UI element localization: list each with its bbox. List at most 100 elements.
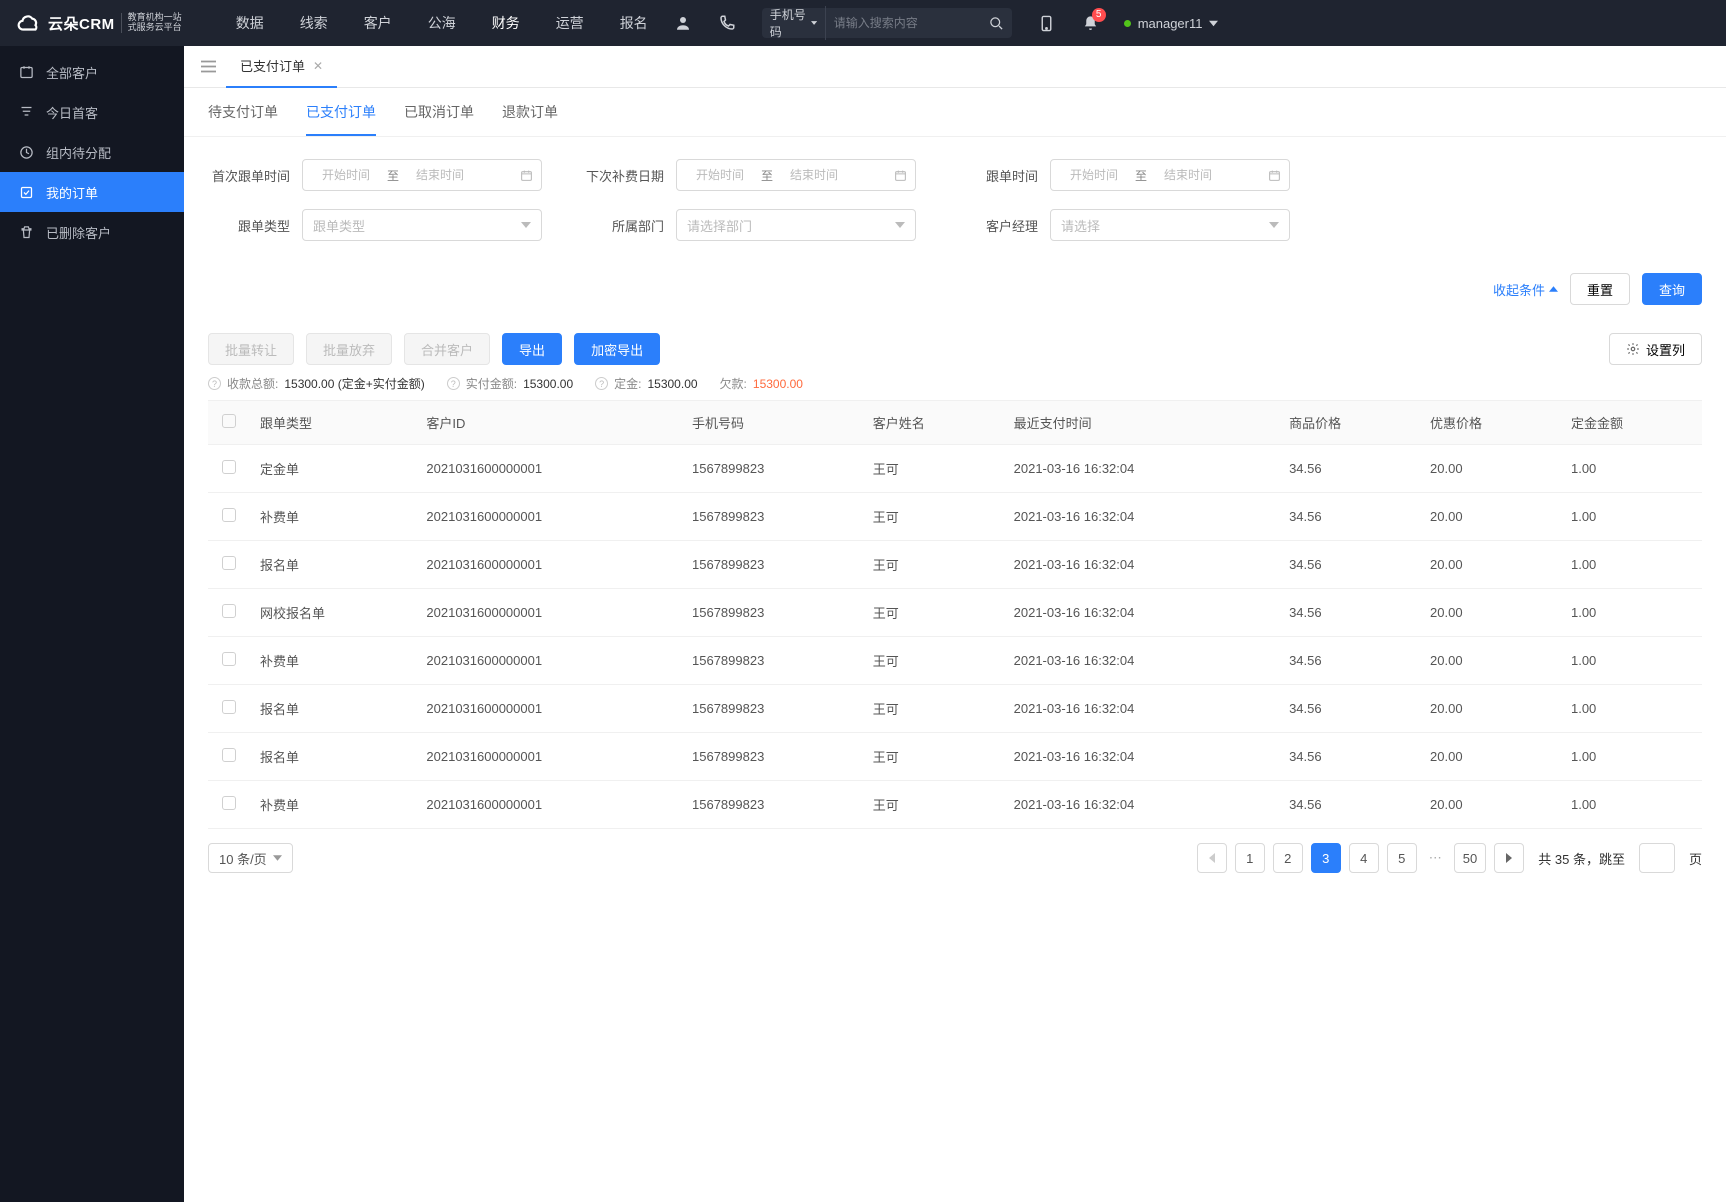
cell-deposit: 1.00 [1561,589,1702,637]
table-row[interactable]: 定金单20210316000000011567899823王可2021-03-1… [208,445,1702,493]
sub-tab-0[interactable]: 待支付订单 [208,102,278,136]
follow-type-select[interactable]: 跟单类型 [302,209,542,241]
collapse-sidebar-button[interactable] [194,53,222,81]
pager-page-last[interactable]: 50 [1454,843,1486,873]
table-row[interactable]: 补费单20210316000000011567899823王可2021-03-1… [208,781,1702,829]
cell-type: 补费单 [250,637,416,685]
collapse-filters-link[interactable]: 收起条件 [1493,280,1558,299]
user-icon[interactable] [666,6,700,40]
follow-time-end[interactable] [1153,168,1223,182]
row-checkbox[interactable] [222,796,236,810]
manager-select[interactable]: 请选择 [1050,209,1290,241]
table-row[interactable]: 报名单20210316000000011567899823王可2021-03-1… [208,541,1702,589]
topnav-item-6[interactable]: 报名 [602,0,666,46]
row-checkbox[interactable] [222,460,236,474]
next-fee-start[interactable] [685,168,755,182]
table-row[interactable]: 网校报名单20210316000000011567899823王可2021-03… [208,589,1702,637]
export-button[interactable]: 导出 [502,333,562,365]
cell-paytime: 2021-03-16 16:32:04 [1004,637,1279,685]
cell-paytime: 2021-03-16 16:32:04 [1004,733,1279,781]
reset-button[interactable]: 重置 [1570,273,1630,305]
sub-tab-2[interactable]: 已取消订单 [404,102,474,136]
query-button[interactable]: 查询 [1642,273,1702,305]
set-columns-button[interactable]: 设置列 [1609,333,1702,365]
topnav-item-3[interactable]: 公海 [410,0,474,46]
table-row[interactable]: 补费单20210316000000011567899823王可2021-03-1… [208,637,1702,685]
table-row[interactable]: 报名单20210316000000011567899823王可2021-03-1… [208,685,1702,733]
page-size-select[interactable]: 10 条/页 [208,843,293,873]
follow-time-range[interactable]: 至 [1050,159,1290,191]
pager-next[interactable] [1494,843,1524,873]
cell-paytime: 2021-03-16 16:32:04 [1004,445,1279,493]
cell-discount: 20.00 [1420,589,1561,637]
next-fee-range[interactable]: 至 [676,159,916,191]
sidebar-item-label: 我的订单 [46,183,98,202]
cell-cid: 2021031600000001 [416,493,682,541]
pager-page-4[interactable]: 4 [1349,843,1379,873]
cell-type: 补费单 [250,781,416,829]
first-follow-end[interactable] [405,168,475,182]
next-fee-end[interactable] [779,168,849,182]
phone-icon[interactable] [710,6,744,40]
sidebar-item-3[interactable]: 我的订单 [0,172,184,212]
pager-page-1[interactable]: 1 [1235,843,1265,873]
topnav-item-4[interactable]: 财务 [474,0,538,46]
merge-customer-button[interactable]: 合并客户 [404,333,490,365]
cell-discount: 20.00 [1420,637,1561,685]
cell-name: 王可 [863,589,1004,637]
follow-time-start[interactable] [1059,168,1129,182]
page-suffix: 页 [1689,849,1702,868]
pager-page-3[interactable]: 3 [1311,843,1341,873]
topnav-item-0[interactable]: 数据 [218,0,282,46]
sidebar-item-1[interactable]: 今日首客 [0,92,184,132]
cell-type: 报名单 [250,685,416,733]
sub-tab-1[interactable]: 已支付订单 [306,102,376,136]
row-checkbox[interactable] [222,508,236,522]
row-checkbox[interactable] [222,700,236,714]
user-menu[interactable]: manager11 [1124,16,1218,31]
pager-page-2[interactable]: 2 [1273,843,1303,873]
dept-select[interactable]: 请选择部门 [676,209,916,241]
page-tab-paid-orders[interactable]: 已支付订单 ✕ [226,46,337,88]
pager-page-5[interactable]: 5 [1387,843,1417,873]
sidebar-item-0[interactable]: 全部客户 [0,52,184,92]
row-checkbox[interactable] [222,652,236,666]
table-row[interactable]: 报名单20210316000000011567899823王可2021-03-1… [208,733,1702,781]
pager-prev[interactable] [1197,843,1227,873]
cell-cid: 2021031600000001 [416,541,682,589]
user-name: manager11 [1138,16,1203,31]
topnav-item-1[interactable]: 线索 [282,0,346,46]
sidebar-item-2[interactable]: 组内待分配 [0,132,184,172]
batch-transfer-button[interactable]: 批量转让 [208,333,294,365]
select-all-checkbox[interactable] [222,414,236,428]
close-tab-icon[interactable]: ✕ [313,59,323,73]
search-input[interactable] [834,16,989,30]
cell-name: 王可 [863,685,1004,733]
row-checkbox[interactable] [222,604,236,618]
cell-discount: 20.00 [1420,781,1561,829]
cell-price: 34.56 [1279,685,1420,733]
search-type-select[interactable]: 手机号码 [770,6,826,40]
topnav-item-5[interactable]: 运营 [538,0,602,46]
cell-discount: 20.00 [1420,541,1561,589]
brand-logo[interactable]: 云朵CRM 教育机构一站 式服务云平台 [16,10,182,36]
notification-bell[interactable]: 5 [1074,6,1108,40]
cell-paytime: 2021-03-16 16:32:04 [1004,493,1279,541]
sub-tab-3[interactable]: 退款订单 [502,102,558,136]
row-checkbox[interactable] [222,748,236,762]
sidebar-item-4[interactable]: 已删除客户 [0,212,184,252]
jump-page-input[interactable] [1639,843,1675,873]
first-follow-start[interactable] [311,168,381,182]
mobile-icon[interactable] [1030,6,1064,40]
encrypt-export-button[interactable]: 加密导出 [574,333,660,365]
cell-phone: 1567899823 [682,541,863,589]
cell-deposit: 1.00 [1561,445,1702,493]
table-row[interactable]: 补费单20210316000000011567899823王可2021-03-1… [208,493,1702,541]
first-follow-range[interactable]: 至 [302,159,542,191]
batch-giveup-button[interactable]: 批量放弃 [306,333,392,365]
table-toolbar: 批量转让 批量放弃 合并客户 导出 加密导出 设置列 [184,321,1726,375]
sidebar-item-label: 已删除客户 [46,223,111,242]
row-checkbox[interactable] [222,556,236,570]
topnav-item-2[interactable]: 客户 [346,0,410,46]
search-button[interactable] [989,16,1004,31]
